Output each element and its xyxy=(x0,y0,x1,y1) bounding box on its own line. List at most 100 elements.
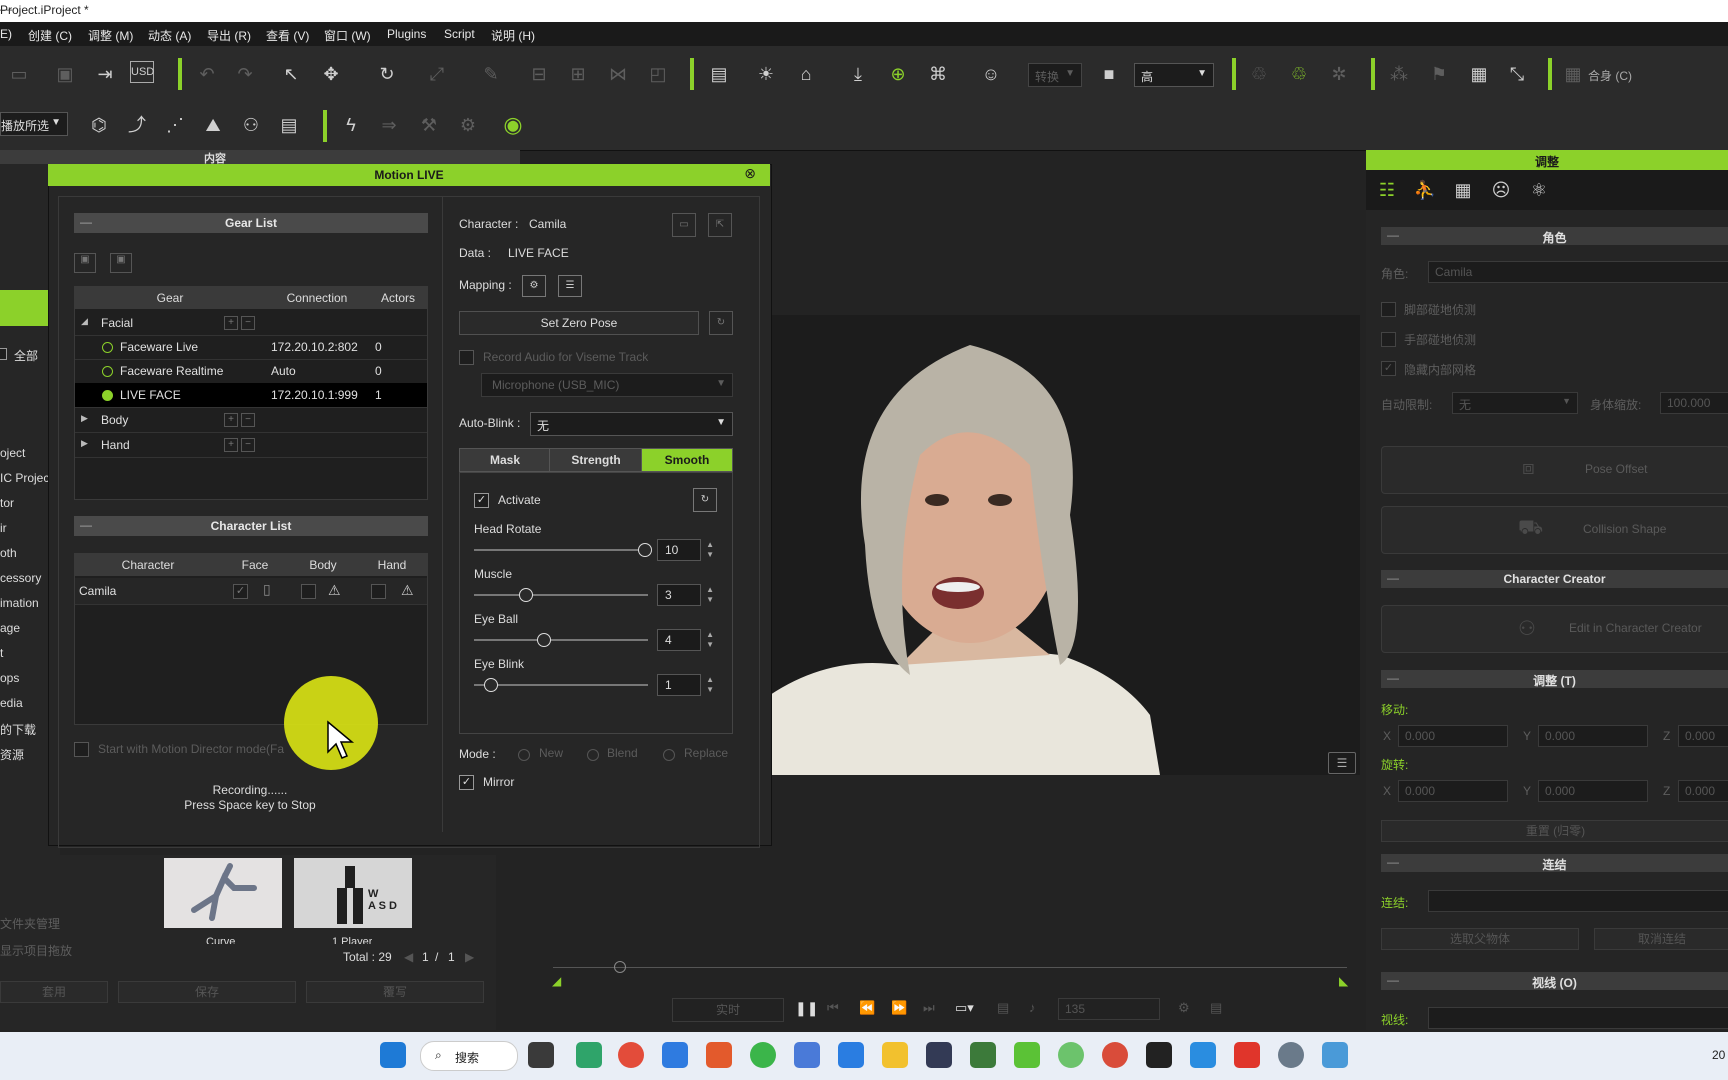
rotate-icon[interactable]: ↻ xyxy=(374,61,400,87)
role-input[interactable]: Camila xyxy=(1428,261,1728,283)
spin-arrows-icon[interactable]: ▲ ▼ xyxy=(706,585,714,605)
tree-item[interactable]: oject xyxy=(0,446,25,460)
select-icon[interactable]: ↖ xyxy=(278,61,304,87)
live-record-icon[interactable]: ◉ xyxy=(500,112,526,138)
face-checkbox[interactable]: ✓ xyxy=(233,584,248,599)
gear-icon[interactable]: ⚙ xyxy=(455,112,481,138)
spin-arrows-icon[interactable]: ▲ ▼ xyxy=(706,675,714,695)
muscle-slider[interactable] xyxy=(474,594,648,596)
realtime-dropdown[interactable]: 实时 xyxy=(672,998,784,1022)
light-icon[interactable]: ☀ xyxy=(753,61,779,87)
eye-ball-slider[interactable] xyxy=(474,639,648,641)
home-icon[interactable]: ⌂ xyxy=(793,61,819,87)
expand-icon[interactable]: ▶ xyxy=(81,413,88,424)
tree-item[interactable]: ir xyxy=(0,521,7,535)
gear-group-row[interactable]: ▶ Hand + − xyxy=(75,433,427,458)
align-center-icon[interactable]: ⊞ xyxy=(565,61,591,87)
path-icon[interactable]: ⤡ xyxy=(1504,61,1530,87)
motion-live-icon[interactable]: ♲ xyxy=(1286,61,1312,87)
gear-group-row[interactable]: ◢ Facial + − xyxy=(75,311,427,336)
gear-device-row[interactable]: Faceware Realtime Auto 0 xyxy=(75,359,427,384)
spin-arrows-icon[interactable]: ▲ ▼ xyxy=(706,540,714,560)
rotate-y-input[interactable]: 0.000 xyxy=(1538,780,1648,802)
rewind-icon[interactable]: ⏪ xyxy=(859,1000,875,1016)
settings-icon[interactable]: ⚙ xyxy=(1178,1000,1190,1016)
3d-viewport[interactable] xyxy=(770,315,1360,775)
gear-group-row[interactable]: ▶ Body + − xyxy=(75,408,427,433)
eye-blink-spinbox[interactable]: 1 ▲ ▼ xyxy=(657,674,714,696)
content-green-tile[interactable] xyxy=(0,290,48,326)
add-icon[interactable]: + xyxy=(224,413,238,427)
timeline-playhead[interactable] xyxy=(614,961,626,973)
pause-icon[interactable]: ❚❚ xyxy=(795,1000,818,1017)
pick-parent-button[interactable]: 选取父物体 xyxy=(1381,928,1579,950)
overwrite-button[interactable]: 覆写 xyxy=(306,981,484,1003)
timeline-panel-icon[interactable]: ▤ xyxy=(1210,1000,1222,1016)
windows-start-icon[interactable] xyxy=(380,1042,406,1068)
minimize-button[interactable]: — xyxy=(0,2,1720,16)
undo-icon[interactable]: ↶ xyxy=(194,61,220,87)
menu-item-edit[interactable]: E) xyxy=(0,27,12,41)
task-view-icon[interactable] xyxy=(528,1042,554,1068)
tab-strength[interactable]: Strength xyxy=(549,448,643,472)
menu-item-modify[interactable]: 调整 (M) xyxy=(88,27,133,44)
menu-item-plugins[interactable]: Plugins xyxy=(387,27,426,41)
move-icon[interactable]: ✥ xyxy=(318,61,344,87)
app-icon[interactable] xyxy=(970,1042,996,1068)
auto-limit-dropdown[interactable]: 无 ▼ xyxy=(1452,392,1578,414)
camera-icon[interactable]: ■ xyxy=(1096,61,1122,87)
gear-device-row-selected[interactable]: LIVE FACE 172.20.10.1:999 1 xyxy=(75,383,427,408)
forward-icon[interactable]: ⏩ xyxy=(891,1000,907,1016)
app-icon[interactable] xyxy=(838,1042,864,1068)
chrome-icon[interactable] xyxy=(1102,1042,1128,1068)
path-edit-icon[interactable]: ⤴ xyxy=(124,112,150,138)
head-icon[interactable]: ☹ xyxy=(1488,177,1514,203)
add-gear-icon[interactable]: ▣ xyxy=(74,253,96,273)
quality-dropdown[interactable]: 高 ▼ xyxy=(1134,63,1214,87)
head-rotate-spinbox[interactable]: 10 ▲ ▼ xyxy=(657,539,714,561)
gear-list-header[interactable]: — Gear List xyxy=(74,213,428,233)
unlink-button[interactable]: 取消连结 xyxy=(1594,928,1728,950)
app-icon[interactable] xyxy=(662,1042,688,1068)
microphone-dropdown[interactable]: Microphone (USB_MIC) ▼ xyxy=(481,373,733,397)
save-icon[interactable]: ▭ xyxy=(6,61,32,87)
menu-item-create[interactable]: 创建 (C) xyxy=(28,27,72,44)
preset-dropdown[interactable]: 转换 ▼ xyxy=(1028,63,1082,87)
tree-item[interactable]: t xyxy=(0,646,3,660)
tree-item[interactable]: ops xyxy=(0,671,19,685)
material-icon[interactable]: ▦ xyxy=(1450,177,1476,203)
physics-icon[interactable]: ♲ xyxy=(1246,61,1272,87)
usd-export-icon[interactable]: USD xyxy=(130,61,154,83)
foot-contact-checkbox[interactable] xyxy=(1381,302,1396,317)
skip-start-icon[interactable]: ⏮ xyxy=(827,1000,839,1016)
minus-icon[interactable]: − xyxy=(241,316,255,330)
add-icon[interactable]: + xyxy=(224,316,238,330)
crowd-people-icon[interactable]: ⚇ xyxy=(238,112,264,138)
timeline-icon[interactable]: ▦ xyxy=(1466,61,1492,87)
menu-item-script[interactable]: Script xyxy=(444,27,475,41)
fit-icon[interactable]: ▦ xyxy=(1560,61,1586,87)
link-section-header[interactable]: — 连结 xyxy=(1381,854,1728,872)
app-icon[interactable] xyxy=(1014,1042,1040,1068)
app-icon[interactable] xyxy=(1190,1042,1216,1068)
node-icon[interactable]: ⋰ xyxy=(162,112,188,138)
drop-to-floor-icon[interactable]: ⤓ xyxy=(845,61,871,87)
hand-checkbox[interactable] xyxy=(371,584,386,599)
device-connection[interactable]: 172.20.10.1:999 xyxy=(271,388,358,402)
loop-icon[interactable]: ▭▾ xyxy=(955,1000,974,1016)
hand-contact-checkbox[interactable] xyxy=(1381,332,1396,347)
pen-icon[interactable]: ✎ xyxy=(478,61,504,87)
frame-input[interactable]: 135 xyxy=(1058,998,1160,1020)
thumbnail-curve[interactable] xyxy=(164,858,282,928)
close-icon[interactable]: ⊗ xyxy=(744,165,756,182)
arrow-right-icon[interactable]: ⇒ xyxy=(376,112,402,138)
eye-ball-spinbox[interactable]: 4 ▲ ▼ xyxy=(657,629,714,651)
save-button[interactable]: 保存 xyxy=(118,981,296,1003)
eye-blink-slider[interactable] xyxy=(474,684,648,686)
load-profile-icon[interactable]: ⇱ xyxy=(708,213,732,237)
reset-transform-button[interactable]: 重置 (归零) xyxy=(1381,820,1728,842)
apply-button[interactable]: 套用 xyxy=(0,981,108,1003)
tree-item[interactable]: IC Projec xyxy=(0,471,49,485)
iclone-icon[interactable] xyxy=(1146,1042,1172,1068)
cc-section-header[interactable]: — Character Creator xyxy=(1381,570,1728,588)
